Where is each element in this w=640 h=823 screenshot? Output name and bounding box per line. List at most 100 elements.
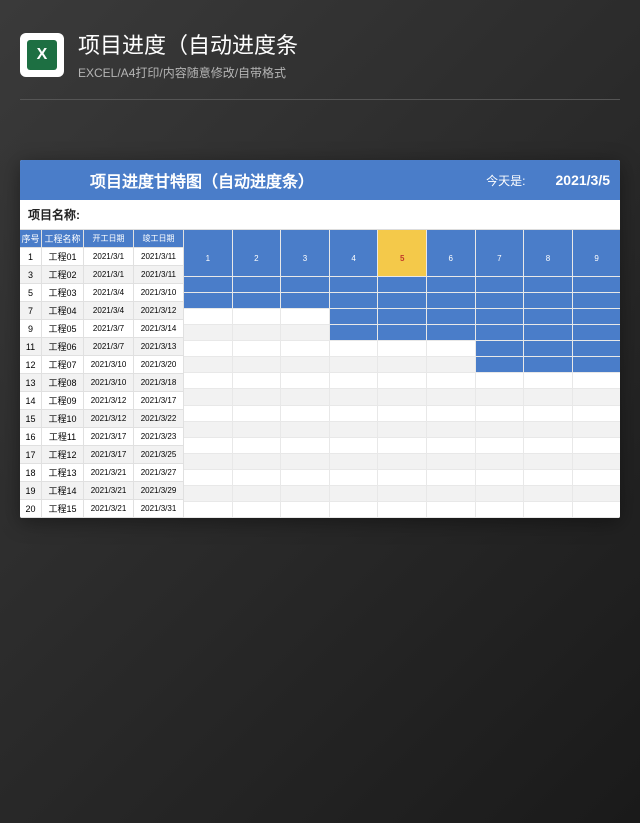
start-cell: 2021/3/21 <box>84 464 134 482</box>
gantt-empty-cell <box>524 470 573 486</box>
start-cell: 2021/3/4 <box>84 284 134 302</box>
gantt-empty-cell <box>573 486 620 502</box>
gantt-empty-cell <box>281 309 330 325</box>
day-header: 3 <box>281 230 330 277</box>
gantt-empty-cell <box>233 341 282 357</box>
end-cell: 2021/3/17 <box>134 392 184 410</box>
gantt-empty-cell <box>281 357 330 373</box>
gantt-bar-row <box>184 373 620 389</box>
gantt-empty-cell <box>233 502 282 518</box>
end-cell: 2021/3/25 <box>134 446 184 464</box>
day-header-today: 5 <box>378 230 427 277</box>
seq-cell: 13 <box>20 374 42 392</box>
start-cell: 2021/3/12 <box>84 410 134 428</box>
gantt-empty-cell <box>378 406 427 422</box>
gantt-empty-cell <box>573 373 620 389</box>
gantt-empty-cell <box>330 373 379 389</box>
gantt-bar-row <box>184 502 620 518</box>
gantt-empty-cell <box>476 438 525 454</box>
end-cell: 2021/3/12 <box>134 302 184 320</box>
gantt-empty-cell <box>281 438 330 454</box>
name-cell: 工程05 <box>42 320 84 338</box>
gantt-left-columns: 序号工程名称开工日期竣工日期1工程012021/3/12021/3/113工程0… <box>20 230 184 518</box>
gantt-bar-segment <box>476 341 525 357</box>
name-cell: 工程04 <box>42 302 84 320</box>
name-cell: 工程15 <box>42 500 84 518</box>
header-titles: 项目进度（自动进度条 EXCEL/A4打印/内容随意修改/自带格式 <box>78 28 620 81</box>
gantt-bar-segment <box>378 277 427 293</box>
gantt-bar-segment <box>524 325 573 341</box>
start-cell: 2021/3/10 <box>84 374 134 392</box>
gantt-empty-cell <box>184 309 233 325</box>
gantt-empty-cell <box>233 470 282 486</box>
gantt-empty-cell <box>427 373 476 389</box>
gantt-empty-cell <box>330 341 379 357</box>
table-row: 16工程112021/3/172021/3/23 <box>20 428 184 446</box>
end-cell: 2021/3/22 <box>134 410 184 428</box>
gantt-bar-segment <box>233 293 282 309</box>
seq-cell: 11 <box>20 338 42 356</box>
gantt-empty-cell <box>427 470 476 486</box>
gantt-bar-segment <box>524 293 573 309</box>
gantt-empty-cell <box>573 406 620 422</box>
gantt-empty-cell <box>378 454 427 470</box>
gantt-empty-cell <box>281 470 330 486</box>
day-header: 4 <box>330 230 379 277</box>
gantt-empty-cell <box>476 502 525 518</box>
seq-cell: 18 <box>20 464 42 482</box>
name-cell: 工程08 <box>42 374 84 392</box>
seq-cell: 15 <box>20 410 42 428</box>
table-row: 14工程092021/3/122021/3/17 <box>20 392 184 410</box>
gantt-bar-row <box>184 389 620 405</box>
start-cell: 2021/3/17 <box>84 428 134 446</box>
seq-cell: 20 <box>20 500 42 518</box>
gantt-bar-segment <box>378 293 427 309</box>
gantt-empty-cell <box>184 454 233 470</box>
header-divider <box>20 99 620 100</box>
gantt-empty-cell <box>378 373 427 389</box>
day-header: 6 <box>427 230 476 277</box>
start-cell: 2021/3/1 <box>84 266 134 284</box>
table-row: 18工程132021/3/212021/3/27 <box>20 464 184 482</box>
gantt-bar-row <box>184 277 620 293</box>
day-header: 1 <box>184 230 233 277</box>
seq-cell: 3 <box>20 266 42 284</box>
gantt-empty-cell <box>573 389 620 405</box>
table-row: 1工程012021/3/12021/3/11 <box>20 248 184 266</box>
col-header-seq: 序号 <box>20 230 42 248</box>
gantt-bar-row <box>184 293 620 309</box>
gantt-bar-segment <box>184 277 233 293</box>
gantt-bar-segment <box>233 277 282 293</box>
name-cell: 工程02 <box>42 266 84 284</box>
gantt-bar-row <box>184 341 620 357</box>
gantt-bar-segment <box>573 341 620 357</box>
gantt-empty-cell <box>330 438 379 454</box>
gantt-bar-segment <box>378 325 427 341</box>
gantt-empty-cell <box>573 470 620 486</box>
gantt-empty-cell <box>330 470 379 486</box>
gantt-bar-row <box>184 406 620 422</box>
table-row: 12工程072021/3/102021/3/20 <box>20 356 184 374</box>
start-cell: 2021/3/10 <box>84 356 134 374</box>
gantt-empty-cell <box>524 422 573 438</box>
gantt-empty-cell <box>427 438 476 454</box>
gantt-empty-cell <box>233 486 282 502</box>
gantt-bar-segment <box>427 309 476 325</box>
gantt-empty-cell <box>378 486 427 502</box>
gantt-empty-cell <box>281 422 330 438</box>
gantt-bar-row <box>184 454 620 470</box>
gantt-empty-cell <box>233 373 282 389</box>
gantt-empty-cell <box>524 406 573 422</box>
gantt-empty-cell <box>427 454 476 470</box>
gantt-empty-cell <box>281 341 330 357</box>
name-cell: 工程14 <box>42 482 84 500</box>
gantt-empty-cell <box>330 389 379 405</box>
gantt-empty-cell <box>378 470 427 486</box>
gantt-empty-cell <box>330 406 379 422</box>
name-cell: 工程11 <box>42 428 84 446</box>
gantt-bar-segment <box>330 277 379 293</box>
gantt-bar-segment <box>330 309 379 325</box>
name-cell: 工程07 <box>42 356 84 374</box>
gantt-bar-row <box>184 486 620 502</box>
seq-cell: 16 <box>20 428 42 446</box>
